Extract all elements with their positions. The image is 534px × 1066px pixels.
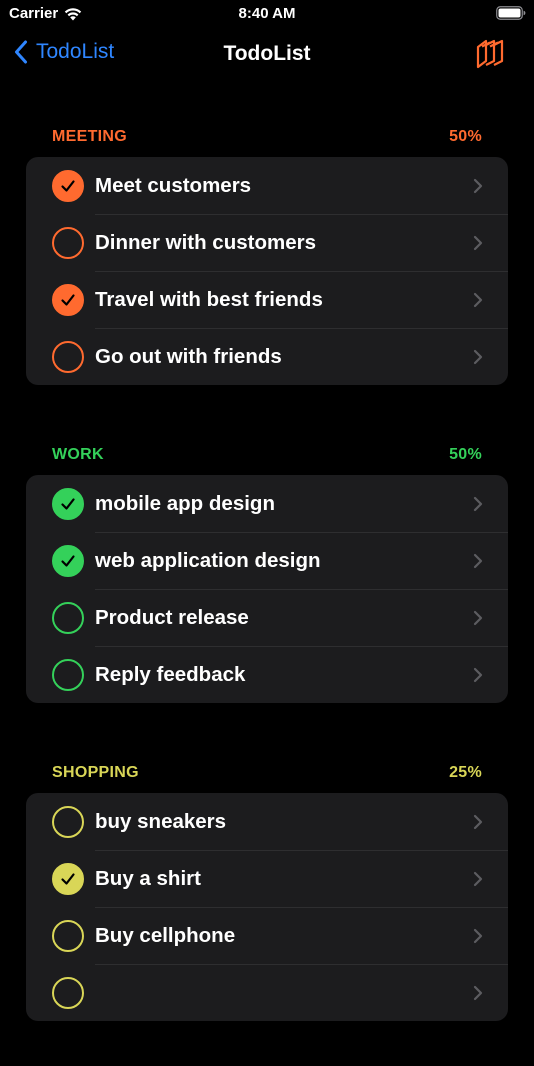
chevron-right-icon [473,496,483,511]
chevron-right-icon [473,814,483,829]
chevron-right-icon [473,235,483,250]
section-title: SHOPPING [52,764,139,781]
todo-item-label: Go out with friends [95,344,282,368]
checkbox[interactable] [52,487,84,520]
todo-item[interactable]: mobile app design [26,475,508,532]
section-title: MEETING [52,128,127,145]
checkbox[interactable] [52,226,84,259]
section-header: WORK 50% [0,430,534,475]
checkbox[interactable] [52,805,84,838]
todo-item-label: Buy cellphone [95,923,236,947]
todo-item[interactable]: Go out with friends [26,328,508,385]
section-title: WORK [52,446,104,463]
status-time: 8:40 AM [238,5,296,22]
page-title: TodoList [223,42,311,65]
section-header: MEETING 50% [0,112,534,157]
checkbox[interactable] [52,544,84,577]
section-shopping: SHOPPING 25% buy sneakers Buy a shirt Bu… [0,748,534,1021]
checkbox[interactable] [52,169,84,202]
section-work: WORK 50% mobile app design web applicati… [0,430,534,703]
chevron-right-icon [473,667,483,682]
todo-item-label: Dinner with customers [95,230,316,254]
chevron-right-icon [473,985,483,1000]
checkbox[interactable] [52,283,84,316]
todo-item[interactable]: Travel with best friends [26,271,508,328]
todo-item-label: Product release [95,605,249,629]
section-header: SHOPPING 25% [0,748,534,793]
todo-item-label: buy sneakers [95,809,227,833]
todo-item-label: Travel with best friends [95,287,323,311]
todo-item[interactable]: Buy cellphone [26,907,508,964]
navigation-bar: TodoList TodoList [0,30,534,80]
checkbox[interactable] [52,658,84,691]
battery-icon [496,6,526,20]
todo-item[interactable]: web application design [26,532,508,589]
section-meeting: MEETING 50% Meet customers Dinner with c… [0,112,534,385]
todo-item-label: Reply feedback [95,662,246,686]
todo-item[interactable]: Meet customers [26,157,508,214]
checkbox[interactable] [52,340,84,373]
chevron-right-icon [473,928,483,943]
todo-item[interactable]: Buy a shirt [26,850,508,907]
checkmark-icon [61,554,75,567]
checkmark-icon [61,293,75,306]
todo-item[interactable]: buy sneakers [26,793,508,850]
checkmark-icon [61,497,75,510]
todo-item[interactable]: Product release [26,589,508,646]
checkbox[interactable] [52,862,84,895]
chevron-right-icon [473,553,483,568]
todo-list: MEETING 50% Meet customers Dinner with c… [0,112,534,1066]
status-bar: Carrier 8:40 AM [0,0,534,28]
todo-item[interactable]: Reply feedback [26,646,508,703]
todo-item-label: mobile app design [95,491,275,515]
section-card: buy sneakers Buy a shirt Buy cellphone [26,793,508,1021]
chevron-right-icon [473,178,483,193]
section-percent: 50% [449,446,482,463]
todo-item-label: web application design [95,548,321,572]
stacked-cards-icon[interactable] [474,38,506,70]
checkbox[interactable] [52,976,84,1009]
todo-item[interactable]: Dinner with customers [26,214,508,271]
checkmark-icon [61,872,75,885]
todo-item-label: Buy a shirt [95,866,201,890]
todo-item[interactable] [26,964,508,1021]
todo-item-label: Meet customers [95,173,252,197]
checkbox[interactable] [52,601,84,634]
section-percent: 25% [449,764,482,781]
chevron-right-icon [473,349,483,364]
checkmark-icon [61,179,75,192]
checkbox[interactable] [52,919,84,952]
chevron-right-icon [473,292,483,307]
chevron-right-icon [473,871,483,886]
chevron-right-icon [473,610,483,625]
section-card: Meet customers Dinner with customers Tra… [26,157,508,385]
section-card: mobile app design web application design… [26,475,508,703]
section-percent: 50% [449,128,482,145]
